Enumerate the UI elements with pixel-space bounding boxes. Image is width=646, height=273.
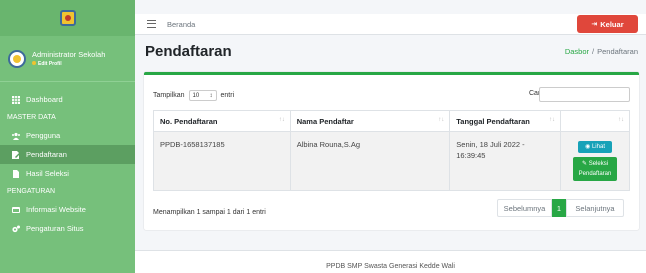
edit-icon: ✎ [581, 161, 588, 167]
sidebar-item-pengguna[interactable]: Pengguna [0, 126, 135, 145]
school-emblem-icon [59, 10, 76, 26]
column-header-nama-pendaftar[interactable]: Nama Pendaftar ↑↓ [289, 110, 451, 132]
sort-icon: ↑↓ [278, 117, 285, 123]
column-header-actions[interactable]: ↑↓ [560, 110, 630, 132]
breadcrumb-home-link[interactable]: Dasbor [565, 47, 589, 56]
hamburger-menu-icon[interactable] [147, 20, 156, 28]
pagination-prev[interactable]: Sebelumnya [497, 199, 552, 217]
user-name: Administrator Sekolah [32, 50, 106, 59]
sort-icon: ↑↓ [549, 117, 556, 123]
main-content: Beranda ⇥ Keluar Pendaftaran Dasbor / Pend… [135, 0, 646, 273]
pagination-page-current[interactable]: 1 [552, 199, 566, 217]
grid-icon [12, 95, 20, 104]
sidebar-item-label: Dashboard [26, 95, 63, 104]
cell-actions: ◉ Lihat ✎ Seleksi Pendaftaran [560, 131, 630, 191]
sidebar-item-label: Pengguna [26, 131, 61, 140]
sidebar-item-pendaftaran[interactable]: Pendaftaran [0, 145, 135, 164]
page-title: Pendaftaran [145, 43, 232, 60]
length-value: 10 [192, 92, 200, 99]
user-panel: Administrator Sekolah Edit Profil [0, 36, 135, 82]
table-info: Menampilkan 1 sampai 1 dari 1 entri [153, 209, 266, 216]
users-icon [12, 132, 20, 140]
entries-length-control: Tampilkan 10 ↕ entri [153, 90, 234, 101]
column-header-no-pendaftaran[interactable]: No. Pendaftaran ↑↓ [153, 110, 291, 132]
sidebar-item-label: Pengaturan Situs [26, 224, 84, 233]
sign-out-icon: ⇥ [591, 21, 598, 28]
sidebar-header-pengaturan: PENGATURAN [7, 188, 56, 195]
view-button-label: Lihat [591, 144, 605, 150]
entries-length-select[interactable]: 10 ↕ [188, 90, 217, 101]
column-label: No. Pendaftaran [160, 117, 218, 126]
sidebar-item-pengaturan-situs[interactable]: Pengaturan Situs [0, 219, 135, 238]
cell-nama-pendaftar: Albina Rouna,S.Ag [289, 131, 451, 191]
brand[interactable] [0, 0, 135, 36]
cell-tanggal-pendaftaran: Senin, 18 Juli 2022 - 16:39:45 [449, 131, 562, 191]
select-arrows-icon: ↕ [209, 92, 213, 99]
column-header-tanggal-pendaftaran[interactable]: Tanggal Pendaftaran ↑↓ [449, 110, 562, 132]
sidebar-header-master-data: MASTER DATA [7, 114, 56, 121]
nav-home-link[interactable]: Beranda [167, 20, 195, 29]
view-button[interactable]: ◉ Lihat [578, 141, 613, 153]
logout-label: Keluar [600, 19, 624, 29]
top-navbar: Beranda ⇥ Keluar [135, 14, 646, 35]
pagination-next[interactable]: Selanjutnya [566, 199, 624, 217]
sidebar-item-label: Informasi Website [26, 205, 86, 214]
registrations-table: No. Pendaftaran ↑↓ Nama Pendaftar ↑↓ Tangg… [153, 110, 630, 191]
logout-button[interactable]: ⇥ Keluar [577, 15, 638, 33]
eye-icon: ◉ [585, 144, 591, 150]
column-label: Nama Pendaftar [296, 117, 354, 126]
sidebar-item-dashboard[interactable]: Dashboard [0, 90, 135, 109]
online-dot-icon [32, 61, 36, 65]
breadcrumb-separator: / [592, 47, 595, 56]
length-suffix: entri [220, 92, 235, 99]
table-header-row: No. Pendaftaran ↑↓ Nama Pendaftar ↑↓ Tangg… [153, 110, 630, 132]
sidebar-item-label: Hasil Seleksi [26, 169, 69, 178]
registrations-card: Tampilkan 10 ↕ entri Cari: No. Pendaftara… [144, 72, 639, 230]
pagination: Sebelumnya 1 Selanjutnya [497, 199, 624, 217]
user-avatar-icon [8, 49, 26, 68]
sort-icon: ↑↓ [438, 117, 445, 123]
sidebar-item-hasil-seleksi[interactable]: Hasil Seleksi [0, 164, 135, 183]
window-icon [12, 206, 20, 213]
edit-profile-link[interactable]: Edit Profil [32, 61, 105, 67]
search-input[interactable] [539, 87, 630, 102]
breadcrumb-current: Pendaftaran [597, 47, 638, 56]
sidebar-item-label: Pendaftaran [26, 150, 67, 159]
file-icon [13, 169, 19, 178]
sidebar-item-informasi-website[interactable]: Informasi Website [0, 200, 135, 219]
column-label: Tanggal Pendaftaran [456, 117, 530, 126]
cogs-icon [12, 225, 20, 232]
edit-file-icon [12, 150, 20, 159]
select-registration-button[interactable]: ✎ Seleksi Pendaftaran [573, 157, 618, 181]
table-row: PPDB-1658137185 Albina Rouna,S.Ag Senin,… [153, 131, 630, 191]
page-footer: PPDB SMP Swasta Generasi Kedde Wali [135, 250, 646, 273]
sort-icon: ↑↓ [618, 117, 624, 123]
sidebar: Administrator Sekolah Edit Profil Dashbo… [0, 0, 135, 273]
length-prefix: Tampilkan [153, 92, 185, 99]
cell-no-pendaftaran: PPDB-1658137185 [153, 131, 291, 191]
edit-profile-label: Edit Profil [38, 61, 62, 67]
breadcrumb: Dasbor / Pendaftaran [565, 47, 638, 56]
